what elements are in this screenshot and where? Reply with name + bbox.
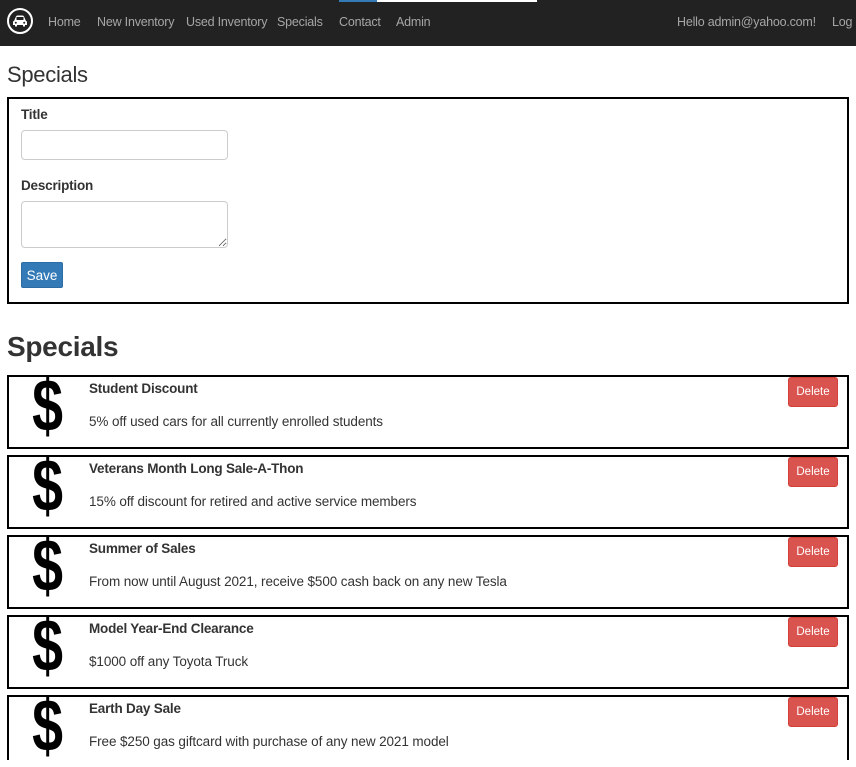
nav-accent-bar-light: [377, 0, 537, 2]
special-description: $1000 off any Toyota Truck: [89, 654, 249, 669]
delete-button[interactable]: Delete: [788, 617, 838, 647]
special-item: $ Earth Day Sale Free $250 gas giftcard …: [7, 689, 849, 763]
nav-admin-link[interactable]: Admin: [396, 15, 431, 29]
special-item: $ Student Discount 5% off used cars for …: [7, 369, 849, 449]
special-item: $ Model Year-End Clearance $1000 off any…: [7, 609, 849, 689]
dollar-icon: $: [32, 684, 64, 767]
user-greeting-link[interactable]: Hello admin@yahoo.com!: [677, 15, 816, 29]
nav-used-inventory-link[interactable]: Used Inventory: [186, 15, 267, 29]
special-title: Earth Day Sale: [89, 701, 181, 716]
special-description: Free $250 gas giftcard with purchase of …: [89, 734, 449, 749]
special-title: Student Discount: [89, 381, 198, 396]
title-label: Title: [21, 107, 48, 122]
nav-specials-link[interactable]: Specials: [277, 15, 323, 29]
nav-contact-link[interactable]: Contact: [339, 15, 381, 29]
dollar-icon: $: [32, 444, 64, 527]
nav-accent-bar: [339, 0, 377, 2]
description-textarea[interactable]: [21, 201, 228, 248]
special-title: Summer of Sales: [89, 541, 196, 556]
special-title: Veterans Month Long Sale-A-Thon: [89, 461, 304, 476]
page-title: Specials: [7, 62, 88, 87]
car-icon[interactable]: [7, 8, 33, 34]
delete-button[interactable]: Delete: [788, 457, 838, 487]
specials-list-heading: Specials: [7, 331, 119, 362]
special-description: From now until August 2021, receive $500…: [89, 574, 507, 589]
special-title: Model Year-End Clearance: [89, 621, 254, 636]
dollar-icon: $: [32, 364, 64, 447]
description-label: Description: [21, 178, 94, 193]
dollar-icon: $: [32, 524, 64, 607]
special-description: 5% off used cars for all currently enrol…: [89, 414, 383, 429]
dollar-icon: $: [32, 604, 64, 687]
delete-button[interactable]: Delete: [788, 697, 838, 727]
special-item: $ Summer of Sales From now until August …: [7, 529, 849, 609]
special-item: $ Veterans Month Long Sale-A-Thon 15% of…: [7, 449, 849, 529]
special-description: 15% off discount for retired and active …: [89, 494, 417, 509]
save-button[interactable]: Save: [21, 262, 63, 288]
title-input[interactable]: [21, 130, 228, 160]
top-navbar: Home New Inventory Used Inventory Specia…: [0, 0, 856, 46]
delete-button[interactable]: Delete: [788, 537, 838, 567]
add-special-form: Title Description Save: [7, 97, 849, 304]
delete-button[interactable]: Delete: [788, 377, 838, 407]
nav-home-link[interactable]: Home: [48, 15, 81, 29]
logout-link[interactable]: Log o: [832, 15, 856, 29]
nav-new-inventory-link[interactable]: New Inventory: [97, 15, 174, 29]
